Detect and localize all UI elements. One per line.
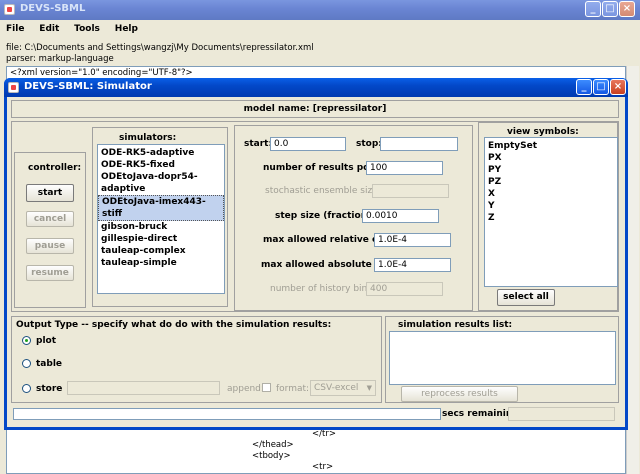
xml-line: </tr> [312,429,336,439]
parser-info: parser: markup-language [6,54,114,64]
model-name: model name: [repressilator] [243,104,387,114]
simulator-item[interactable]: ODEtoJava-imex443-stiff [98,195,224,221]
output-type-label: Output Type -- specify what do do with t… [16,320,332,330]
append-checkbox[interactable] [262,383,271,392]
simulators-list[interactable]: ODE-RK5-adaptive ODE-RK5-fixed ODEtoJava-d… [97,144,225,294]
simulators-label: simulators: [119,133,177,143]
xml-line: <?xml version="1.0" encoding="UTF-8"?> [10,68,193,78]
java-app-icon [4,4,15,15]
menu-bar: File Edit Tools Help [6,24,306,36]
symbol-item[interactable]: Y [485,200,617,212]
xml-line: <tbody> [252,451,291,461]
results-panel: simulation results list: reprocess resul… [385,316,619,403]
store-radio[interactable] [22,384,31,393]
menu-help[interactable]: Help [115,24,138,34]
close-icon[interactable]: × [619,1,635,17]
ensemble-size-input[interactable] [372,184,449,198]
java-app-icon [8,82,19,93]
num-points-input[interactable]: 100 [366,161,443,175]
parameters-panel: start: 0.0 stop: number of results point… [234,125,473,311]
simulators-panel: simulators: ODE-RK5-adaptive ODE-RK5-fixe… [92,127,228,307]
file-path: file: C:\Documents and Settings\wangzj\M… [6,43,314,53]
plot-radio[interactable] [22,336,31,345]
maximize-icon[interactable]: □ [602,1,618,17]
store-path-input[interactable] [67,381,220,395]
xml-line: <tr> [312,462,334,472]
history-bins-input[interactable]: 400 [366,282,443,296]
settings-area: controller: start cancel pause resume si… [11,121,619,312]
view-symbols-label: view symbols: [507,127,579,137]
store-label: store [36,384,63,394]
model-name-bar: model name: [repressilator] [11,100,619,118]
symbol-item[interactable]: Z [485,212,617,224]
results-label: simulation results list: [398,320,513,330]
output-type-panel: Output Type -- specify what do do with t… [11,316,382,403]
xml-line: </thead> [252,440,294,450]
simulator-item[interactable]: ODE-RK5-fixed [98,159,224,171]
stop-time-input[interactable] [380,137,458,151]
symbol-item[interactable]: PZ [485,176,617,188]
simulator-item[interactable]: tauleap-simple [98,257,224,269]
simulator-window: DEVS-SBML: Simulator _ □ × model name: [… [4,78,628,430]
format-select[interactable]: CSV-excel ▼ [310,380,376,396]
abs-error-input[interactable]: 1.0E-4 [374,258,451,272]
secs-remaining-value [508,407,615,421]
start-time-input[interactable]: 0.0 [270,137,346,151]
symbol-item[interactable]: EmptySet [485,140,617,152]
symbol-item[interactable]: X [485,188,617,200]
start-button[interactable]: start [26,184,74,202]
format-label: format: [276,384,310,394]
table-label: table [36,359,63,369]
menu-file[interactable]: File [6,24,24,34]
main-window-title: DEVS-SBML [20,3,86,14]
menu-tools[interactable]: Tools [74,24,100,34]
minimize-icon[interactable]: _ [585,1,601,17]
format-select-value: CSV-excel [314,383,359,393]
view-symbols-panel: view symbols: EmptySet PX PY PZ X Y Z select a… [478,122,618,311]
start-time-label: start: [244,139,273,149]
reprocess-button[interactable]: reprocess results [401,386,518,402]
controller-label: controller: [28,163,82,173]
maximize-icon[interactable]: □ [593,79,609,95]
simulator-titlebar[interactable]: DEVS-SBML: Simulator _ □ × [4,78,628,97]
simulator-item[interactable]: tauleap-complex [98,245,224,257]
close-icon[interactable]: × [610,79,626,95]
select-all-button[interactable]: select all [497,289,555,306]
menu-edit[interactable]: Edit [39,24,59,34]
symbol-item[interactable]: PX [485,152,617,164]
main-window-titlebar[interactable]: DEVS-SBML _ □ × [0,0,640,20]
cancel-button[interactable]: cancel [26,211,74,227]
progress-bar [13,408,441,420]
controller-panel: controller: start cancel pause resume [14,152,86,308]
simulator-body: model name: [repressilator] controller: … [7,97,625,427]
simulator-item[interactable]: ODEtoJava-dopr54-adaptive [98,171,224,195]
simulator-item[interactable]: gibson-bruck [98,221,224,233]
ensemble-size-label: stochastic ensemble size: [265,186,381,196]
step-size-input[interactable]: 0.0010 [362,209,439,223]
stop-time-label: stop: [356,139,382,149]
results-list[interactable] [389,331,616,385]
view-symbols-list[interactable]: EmptySet PX PY PZ X Y Z [484,137,618,287]
rel-error-input[interactable]: 1.0E-4 [374,233,451,247]
resume-button[interactable]: resume [26,265,74,281]
simulator-item[interactable]: gillespie-direct [98,233,224,245]
history-bins-label: number of history bins: [270,284,375,294]
append-label: append: [227,384,264,394]
minimize-icon[interactable]: _ [576,79,592,95]
simulator-title: DEVS-SBML: Simulator [24,81,152,92]
chevron-down-icon: ▼ [366,384,372,392]
plot-label: plot [36,336,57,346]
pause-button[interactable]: pause [26,238,74,254]
table-radio[interactable] [22,359,31,368]
simulator-item[interactable]: ODE-RK5-adaptive [98,147,224,159]
symbol-item[interactable]: PY [485,164,617,176]
